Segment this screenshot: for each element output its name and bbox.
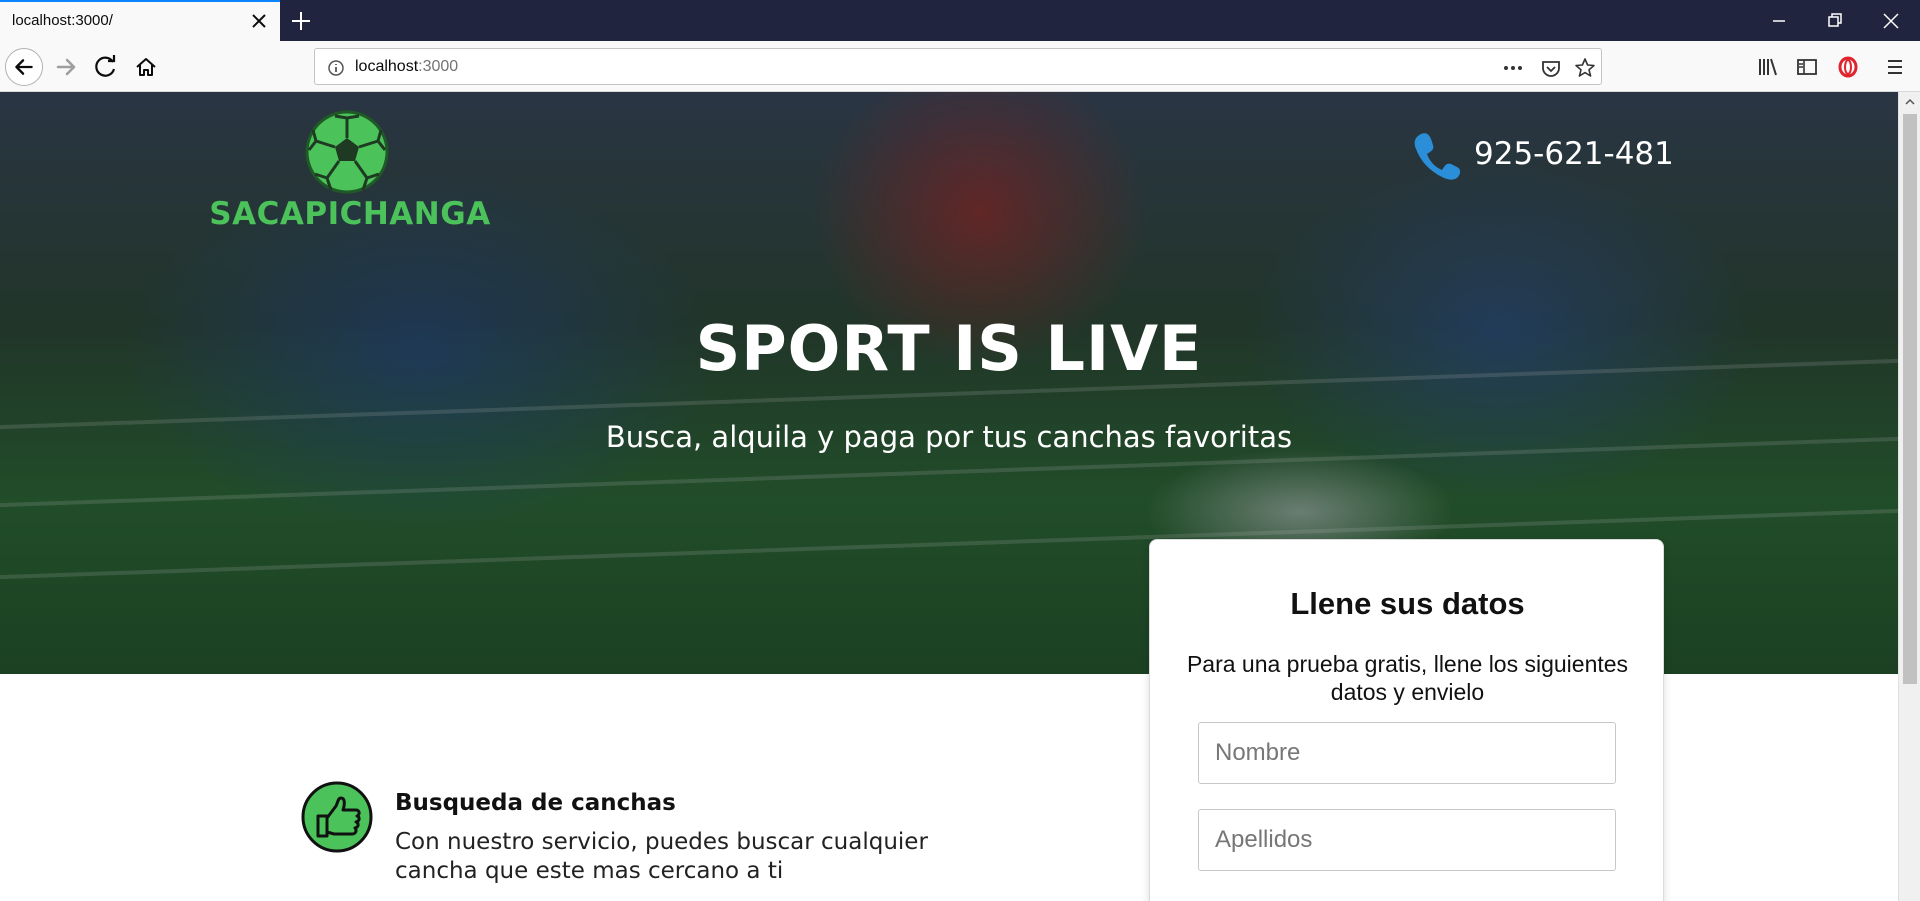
logo-text: SACAPICHANGA: [209, 196, 491, 232]
scrollbar-thumb[interactable]: [1903, 114, 1917, 684]
soccer-ball-icon: [305, 110, 389, 194]
close-window-icon[interactable]: [1878, 8, 1904, 34]
bookmark-star-icon[interactable]: [1572, 55, 1598, 81]
site-logo[interactable]: SACAPICHANGA: [205, 110, 495, 232]
nombre-input[interactable]: [1198, 722, 1616, 784]
page-actions-icon[interactable]: [1500, 55, 1526, 81]
thumbs-up-icon: [301, 781, 373, 853]
phone-number: 925-621-481: [1474, 136, 1674, 172]
page-viewport: SACAPICHANGA 925-621-481 SPORT IS LIVE B…: [0, 92, 1898, 901]
hero-subtitle: Busca, alquila y paga por tus canchas fa…: [605, 420, 1293, 454]
phone-icon: [1414, 133, 1460, 180]
info-icon[interactable]: [323, 55, 349, 81]
tab-title: localhost:3000/: [12, 12, 113, 29]
scroll-up-arrow-icon[interactable]: [1904, 96, 1916, 108]
address-bar[interactable]: localhost:3000: [314, 48, 1602, 85]
menu-hamburger-icon[interactable]: [1876, 48, 1914, 86]
opera-extension-icon[interactable]: [1829, 48, 1867, 86]
library-icon[interactable]: [1749, 48, 1787, 86]
new-tab-icon[interactable]: [288, 8, 314, 34]
form-description: Para una prueba gratis, llene los siguie…: [1186, 651, 1629, 705]
vertical-scrollbar[interactable]: [1898, 92, 1920, 901]
restore-window-icon[interactable]: [1822, 8, 1848, 34]
sidebar-icon[interactable]: [1788, 48, 1826, 86]
browser-tab[interactable]: localhost:3000/: [0, 0, 280, 41]
back-arrow-icon[interactable]: [5, 48, 43, 86]
feature-item: Busqueda de canchas Con nuestro servicio…: [300, 780, 1000, 900]
home-icon[interactable]: [127, 48, 165, 86]
pocket-icon[interactable]: [1538, 55, 1564, 81]
hero-title: SPORT IS LIVE: [695, 312, 1203, 385]
forward-arrow-icon[interactable]: [47, 48, 85, 86]
reload-icon[interactable]: [87, 48, 125, 86]
feature-title: Busqueda de canchas: [395, 790, 676, 816]
url-host: localhost: [355, 58, 419, 75]
apellidos-input[interactable]: [1198, 809, 1616, 871]
url-port: :3000: [418, 58, 459, 75]
minimize-window-icon[interactable]: [1766, 8, 1792, 34]
url-text[interactable]: localhost:3000: [355, 58, 458, 76]
feature-description: Con nuestro servicio, puedes buscar cual…: [395, 829, 928, 884]
browser-tab-bar: localhost:3000/: [0, 0, 1920, 41]
close-tab-icon[interactable]: [248, 10, 270, 32]
signup-form-card: Llene sus datos Para una prueba gratis, …: [1149, 539, 1664, 901]
form-title: Llene sus datos: [1290, 586, 1525, 621]
browser-nav-bar: localhost:3000: [0, 41, 1920, 92]
